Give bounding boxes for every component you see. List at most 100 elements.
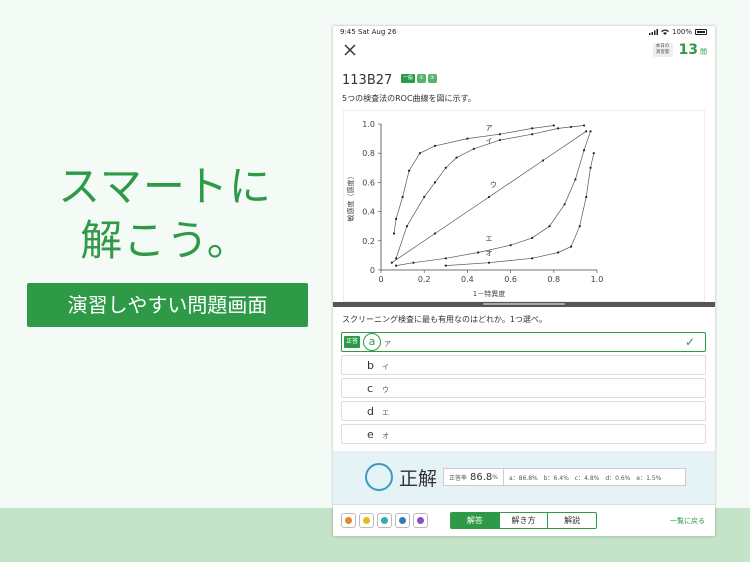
- roc-point: [592, 152, 595, 155]
- correct-circle-icon: [365, 463, 393, 491]
- roc-point: [466, 137, 469, 140]
- roc-point: [407, 169, 411, 172]
- signal-icon: [648, 29, 658, 35]
- dist-b: b：6.4%: [543, 474, 569, 482]
- roc-point: [552, 124, 555, 127]
- choice-e[interactable]: e オ: [341, 424, 706, 444]
- roc-point: [531, 257, 534, 260]
- choice-c[interactable]: c ウ: [341, 378, 706, 398]
- roc-point: [569, 125, 573, 129]
- status-bar: 9:45 Sat Aug 26 100%: [333, 26, 715, 40]
- roc-point: [392, 232, 396, 235]
- view-tabs: 解答 解き方 解説: [450, 512, 597, 529]
- roc-point: [405, 225, 409, 228]
- roc-point: [395, 264, 398, 267]
- roc-point: [418, 152, 421, 155]
- bottom-toolbar: 解答 解き方 解説 一覧に戻る: [333, 504, 715, 536]
- tablet-screen: 9:45 Sat Aug 26 100% 本日の 演習量 13 問 113B27 …: [333, 26, 715, 536]
- promo-badge: 演習しやすい問題画面: [27, 283, 308, 327]
- result-panel: 正解 正答率 86.8 % a：86.8% b：6.4% c：4.8% d：0.…: [333, 451, 715, 504]
- roc-point: [433, 232, 437, 235]
- y-tick-label: 1.0: [362, 120, 375, 129]
- series-label: ウ: [490, 181, 497, 189]
- roc-point: [477, 251, 480, 254]
- marker-palette: [341, 513, 428, 528]
- choice-letter: c: [367, 382, 374, 395]
- y-tick-label: 0.8: [362, 149, 375, 158]
- y-tick-label: 0.2: [362, 237, 375, 246]
- choice-a[interactable]: 正答 a ア ✓: [341, 332, 706, 352]
- roc-point: [585, 195, 588, 199]
- y-tick-label: 0.6: [362, 178, 375, 187]
- answer-rate-box: 正答率 86.8 % a：86.8% b：6.4% c：4.8% d：0.6% …: [443, 468, 686, 486]
- choice-letter: e: [367, 428, 374, 441]
- roc-point: [578, 225, 581, 228]
- correct-badge: 正答: [344, 336, 361, 348]
- tag-icon-1: ①: [417, 74, 427, 83]
- choice-text: ア: [384, 340, 391, 348]
- result-label: 正解: [399, 468, 438, 490]
- dist-a: a：86.8%: [508, 474, 538, 482]
- marker-yellow-icon[interactable]: [359, 513, 374, 528]
- promo-title-line1: スマートに: [58, 162, 272, 211]
- roc-point: [444, 166, 447, 169]
- roc-point: [395, 217, 398, 220]
- counter-unit: 問: [700, 48, 707, 56]
- roc-point: [541, 159, 545, 162]
- back-to-list-link[interactable]: 一覧に戻る: [670, 516, 705, 526]
- choice-text: イ: [382, 363, 389, 371]
- roc-point: [444, 257, 447, 260]
- roc-point: [548, 225, 551, 228]
- x-axis-label: 1－特異度: [473, 289, 505, 298]
- roc-point: [433, 144, 437, 147]
- tab-answer[interactable]: 解答: [451, 513, 499, 528]
- tag-general: 一般: [401, 74, 416, 83]
- choice-letter: d: [367, 405, 374, 418]
- x-tick-label: 0: [378, 275, 383, 284]
- roc-point: [444, 264, 447, 267]
- divider-grip[interactable]: [483, 303, 565, 305]
- roc-point: [390, 261, 393, 264]
- roc-point: [472, 147, 475, 150]
- choice-d[interactable]: d エ: [341, 401, 706, 421]
- choice-letter: b: [367, 359, 374, 372]
- x-tick-label: 0.6: [504, 275, 517, 284]
- x-tick-label: 1.0: [591, 275, 604, 284]
- status-right: 100%: [648, 28, 707, 36]
- x-tick-label: 0.8: [547, 275, 560, 284]
- close-icon[interactable]: [342, 42, 358, 58]
- marker-purple-icon[interactable]: [413, 513, 428, 528]
- marker-orange-icon[interactable]: [341, 513, 356, 528]
- marker-teal-icon[interactable]: [377, 513, 392, 528]
- correct-rate-unit: %: [492, 473, 498, 481]
- tab-explanation[interactable]: 解説: [547, 513, 596, 528]
- roc-point: [509, 244, 512, 247]
- roc-point: [585, 130, 588, 133]
- series-label: オ: [486, 249, 493, 257]
- question-stem: 5つの検査法のROC曲線を図に示す。: [342, 94, 476, 103]
- tab-approach[interactable]: 解き方: [498, 513, 548, 528]
- roc-point: [563, 203, 566, 206]
- x-tick-label: 0.2: [418, 275, 431, 284]
- dist-e: e：1.5%: [636, 474, 662, 482]
- roc-point: [574, 178, 577, 181]
- dist-d: d：0.6%: [605, 474, 631, 482]
- roc-point: [423, 195, 426, 199]
- marker-blue-icon[interactable]: [395, 513, 410, 528]
- answer-distribution: a：86.8% b：6.4% c：4.8% d：0.6% e：1.5%: [504, 473, 661, 482]
- tag-icon-2: ②: [428, 74, 438, 83]
- roc-point: [455, 156, 458, 159]
- choice-b[interactable]: b イ: [341, 355, 706, 375]
- pane-divider[interactable]: [333, 302, 715, 307]
- roc-point: [412, 261, 415, 264]
- choice-letter: a: [363, 333, 381, 351]
- roc-point: [531, 133, 534, 136]
- correct-rate: 正答率 86.8 %: [444, 469, 504, 485]
- counter-value: 13: [678, 42, 698, 58]
- roc-point: [582, 149, 586, 152]
- roc-point: [487, 261, 491, 264]
- choice-text: エ: [382, 409, 389, 417]
- series-label: エ: [486, 235, 493, 243]
- question-id: 113B27: [342, 73, 393, 88]
- check-icon: ✓: [684, 335, 695, 349]
